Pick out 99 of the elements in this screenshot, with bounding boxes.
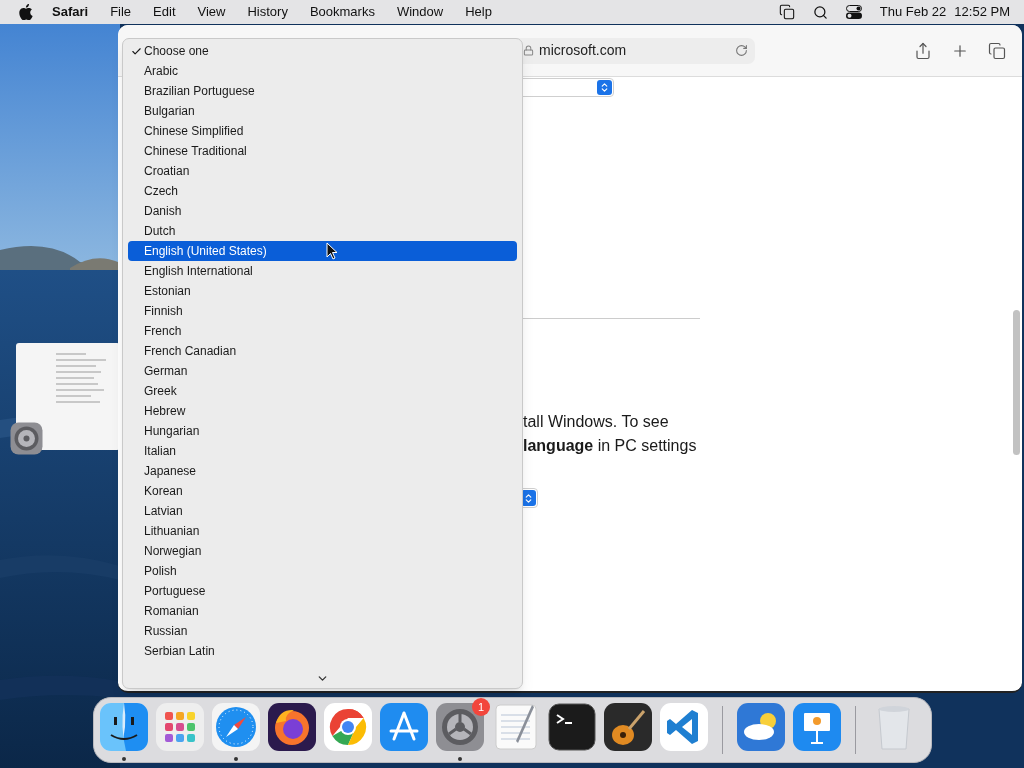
dropdown-option[interactable]: German: [128, 361, 517, 381]
share-icon[interactable]: [914, 41, 932, 60]
dropdown-option[interactable]: English International: [128, 261, 517, 281]
option-label[interactable]: Finnish: [144, 302, 183, 320]
smiling-face-icon[interactable]: [98, 701, 150, 753]
option-label[interactable]: English (United States): [144, 242, 267, 260]
tab-overview-icon[interactable]: [988, 41, 1006, 60]
dropdown-option[interactable]: Danish: [128, 201, 517, 221]
option-label[interactable]: Czech: [144, 182, 178, 200]
dropdown-option[interactable]: Czech: [128, 181, 517, 201]
option-label[interactable]: Arabic: [144, 62, 178, 80]
option-label[interactable]: French: [144, 322, 182, 340]
menu-item[interactable]: Edit: [153, 2, 176, 22]
flame-globe-icon[interactable]: [266, 701, 318, 753]
terminal-icon[interactable]: [546, 701, 598, 753]
menu-item[interactable]: Bookmarks: [309, 2, 375, 22]
running-indicator: [122, 757, 126, 761]
menu-bar-time[interactable]: 12:52 PM: [954, 2, 1010, 22]
option-label[interactable]: Estonian: [144, 282, 191, 300]
scrollbar-thumb[interactable]: [1013, 310, 1020, 455]
dropdown-option[interactable]: Bulgarian: [128, 101, 517, 121]
dropdown-option[interactable]: Latvian: [128, 501, 517, 521]
lock-icon: [523, 45, 534, 56]
app-menu[interactable]: Safari: [52, 2, 89, 22]
option-label[interactable]: Chinese Traditional: [144, 142, 247, 160]
stepper-icon: [597, 80, 612, 95]
option-label[interactable]: Polish: [144, 562, 177, 580]
dropdown-option[interactable]: Arabic: [128, 61, 517, 81]
notification-badge: 1: [472, 698, 490, 716]
cursor-icon: [326, 242, 338, 260]
dropdown-option[interactable]: Greek: [128, 381, 517, 401]
option-label[interactable]: Japanese: [144, 462, 197, 480]
option-label[interactable]: German: [144, 362, 188, 380]
option-label[interactable]: Romanian: [144, 602, 199, 620]
menu-item[interactable]: History: [247, 2, 288, 22]
dropdown-option[interactable]: Estonian: [128, 281, 517, 301]
option-label[interactable]: Chinese Simplified: [144, 122, 244, 140]
dropdown-option[interactable]: Portuguese: [128, 581, 517, 601]
dropdown-option[interactable]: Italian: [128, 441, 517, 461]
option-label[interactable]: Serbian Latin: [144, 642, 215, 660]
dropdown-option[interactable]: Korean: [128, 481, 517, 501]
dropdown-option[interactable]: Dutch: [128, 221, 517, 241]
search-icon[interactable]: [812, 4, 828, 20]
page-text: tall Windows. To see: [523, 412, 670, 432]
menu-item[interactable]: Window: [396, 2, 444, 22]
dropdown-option[interactable]: Brazilian Portuguese: [128, 81, 517, 101]
dropdown-option[interactable]: Russian: [128, 621, 517, 641]
dropdown-option[interactable]: French Canadian: [128, 341, 517, 361]
dropdown-option[interactable]: Chinese Simplified: [128, 121, 517, 141]
dropdown-option[interactable]: Japanese: [128, 461, 517, 481]
screen-mirroring-icon[interactable]: [778, 4, 795, 20]
option-label[interactable]: Italian: [144, 442, 177, 460]
dropdown-option[interactable]: Chinese Traditional: [128, 141, 517, 161]
dropdown-option[interactable]: Norwegian: [128, 541, 517, 561]
option-label[interactable]: Dutch: [144, 222, 176, 240]
menu-item[interactable]: View: [197, 2, 226, 22]
option-label[interactable]: Russian: [144, 622, 188, 640]
menu-item[interactable]: File: [110, 2, 132, 22]
running-indicator: [458, 757, 462, 761]
option-label[interactable]: Norwegian: [144, 542, 202, 560]
control-center-icon[interactable]: [845, 5, 862, 19]
dropdown-option[interactable]: Lithuanian: [128, 521, 517, 541]
dropdown-option[interactable]: Hebrew: [128, 401, 517, 421]
apple-logo-icon[interactable]: [19, 4, 33, 20]
option-label[interactable]: Danish: [144, 202, 182, 220]
option-label[interactable]: Choose one: [144, 42, 209, 60]
option-label[interactable]: Lithuanian: [144, 522, 200, 540]
option-label[interactable]: Latvian: [144, 502, 183, 520]
menu-item[interactable]: Help: [465, 2, 492, 22]
option-label[interactable]: Brazilian Portuguese: [144, 82, 255, 100]
option-label[interactable]: Hungarian: [144, 422, 200, 440]
option-label[interactable]: Portuguese: [144, 582, 206, 600]
dropdown-option[interactable]: French: [128, 321, 517, 341]
page-text: language in PC settings: [523, 436, 698, 456]
guitar-icon[interactable]: [602, 701, 654, 753]
address-text[interactable]: microsoft.com: [539, 40, 627, 61]
cloud-sun-icon[interactable]: [735, 701, 787, 753]
dropdown-option[interactable]: Serbian Latin: [128, 641, 517, 661]
option-label[interactable]: Korean: [144, 482, 183, 500]
reload-icon[interactable]: [735, 44, 748, 57]
podium-icon[interactable]: [791, 701, 843, 753]
option-label[interactable]: Hebrew: [144, 402, 186, 420]
code-editor-icon[interactable]: [658, 701, 710, 753]
dropdown-option[interactable]: Finnish: [128, 301, 517, 321]
running-indicator: [234, 757, 238, 761]
option-label[interactable]: Bulgarian: [144, 102, 195, 120]
dropdown-option[interactable]: Romanian: [128, 601, 517, 621]
app-store-a-icon[interactable]: [378, 701, 430, 753]
option-label[interactable]: Greek: [144, 382, 177, 400]
option-label[interactable]: French Canadian: [144, 342, 237, 360]
option-label[interactable]: English International: [144, 262, 253, 280]
window-thumbnail[interactable]: [16, 343, 120, 450]
dropdown-option[interactable]: Polish: [128, 561, 517, 581]
dropdown-option[interactable]: Hungarian: [128, 421, 517, 441]
option-label[interactable]: Croatian: [144, 162, 190, 180]
dropdown-option[interactable]: English (United States): [128, 241, 517, 261]
dropdown-option[interactable]: Croatian: [128, 161, 517, 181]
menu-bar-date[interactable]: Thu Feb 22: [879, 2, 947, 22]
gear-icon[interactable]: [434, 701, 486, 753]
